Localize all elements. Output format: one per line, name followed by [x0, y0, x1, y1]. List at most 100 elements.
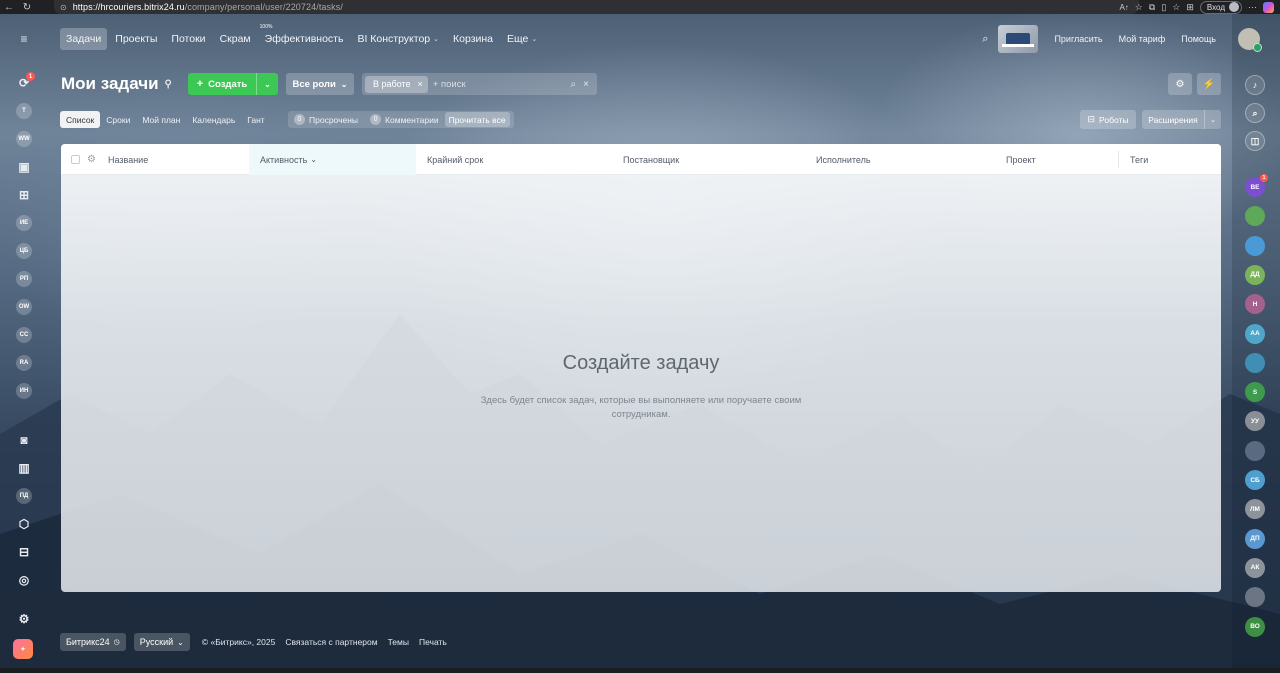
counter-overdue[interactable]: 0 Просрочены — [288, 114, 364, 125]
clear-icon[interactable]: × — [583, 79, 589, 90]
counter-comments[interactable]: 0 Комментарии — [364, 114, 445, 125]
notifications-icon[interactable]: ⟳ 1 — [16, 72, 35, 91]
sidebar-avatar[interactable]: РП — [16, 271, 32, 287]
more-icon[interactable]: ··· — [1248, 2, 1257, 12]
chat-avatar[interactable] — [1245, 352, 1265, 373]
tariff-link[interactable]: Мой тариф — [1119, 34, 1166, 44]
nav-more[interactable]: Еще ⌄ — [501, 28, 543, 50]
site-info-icon[interactable]: ⊙ — [60, 3, 67, 12]
extensions-button[interactable]: Расширения ⌄ — [1142, 110, 1221, 129]
company-logo[interactable] — [998, 25, 1039, 53]
analytics-icon[interactable]: ▥ — [16, 460, 32, 476]
chat-avatar[interactable] — [1245, 206, 1265, 227]
extensions-icon[interactable]: ⧉ — [1149, 2, 1155, 13]
read-all-button[interactable]: Прочитать все — [444, 112, 510, 127]
gear-icon[interactable]: ⚙ — [1168, 73, 1192, 95]
robot-icon[interactable]: ⊟ — [16, 544, 32, 560]
sidebar-avatar[interactable]: ИЕ — [16, 215, 32, 231]
nav-efficiency[interactable]: 100% Эффективность — [259, 24, 350, 50]
copilot-icon[interactable] — [1263, 1, 1274, 13]
chevron-down-icon[interactable]: ⌄ — [256, 73, 278, 95]
sidebar-avatar[interactable]: ИН — [16, 383, 32, 399]
tab-my-plan[interactable]: Мой план — [136, 111, 186, 128]
chat-avatar[interactable] — [1245, 235, 1265, 256]
brand-button[interactable]: Битрикс24 ◷ — [60, 633, 126, 651]
filter-chip[interactable]: В работе × — [365, 75, 428, 93]
settings-icon[interactable]: ⚙ — [16, 611, 32, 627]
grid-settings-icon[interactable]: ⚙ — [87, 144, 103, 175]
chat-avatar[interactable]: АК — [1245, 557, 1265, 578]
menu-icon[interactable]: ≡ — [16, 31, 32, 47]
language-select[interactable]: Русский ⌄ — [133, 633, 190, 651]
invite-link[interactable]: Пригласить — [1054, 34, 1102, 44]
tab-gantt[interactable]: Гант — [241, 111, 270, 128]
column-tags[interactable]: Теги — [1130, 144, 1210, 175]
collections-icon[interactable]: ⊞ — [1186, 2, 1194, 13]
roles-dropdown[interactable]: Все роли ⌄ — [286, 73, 354, 95]
column-responsible[interactable]: Исполнитель — [816, 144, 996, 175]
sidebar-avatar[interactable]: RA — [16, 355, 32, 371]
print-link[interactable]: Печать — [419, 637, 447, 647]
sidebar-avatar[interactable]: OW — [16, 299, 32, 315]
themes-link[interactable]: Темы — [388, 637, 409, 647]
nav-tasks[interactable]: Задачи — [60, 28, 108, 50]
tasks-icon[interactable]: ◙ — [16, 432, 32, 448]
pin-icon[interactable]: ⚲ — [165, 79, 172, 90]
chat-avatar[interactable]: УУ — [1245, 411, 1265, 432]
search-input[interactable]: + поиск — [433, 79, 571, 90]
nav-flows[interactable]: Потоки — [165, 28, 211, 50]
remove-filter-icon[interactable]: × — [418, 79, 423, 89]
sidebar-tool[interactable]: ПД — [16, 488, 32, 504]
circle-icon[interactable]: ◎ — [16, 572, 32, 588]
chat-avatar[interactable] — [1245, 440, 1265, 461]
create-task-button[interactable]: + Создать ⌄ — [188, 73, 278, 95]
chevron-down-icon[interactable]: ⌄ — [1204, 110, 1221, 129]
box-icon[interactable]: ⬡ — [16, 516, 32, 532]
chat-icon[interactable]: ◫ — [1245, 131, 1265, 151]
chat-avatar[interactable] — [1245, 587, 1265, 608]
chat-avatar[interactable]: ЛМ — [1245, 499, 1265, 520]
read-aloud-icon[interactable]: A↑ — [1119, 3, 1128, 12]
search-icon[interactable]: ⌕ — [1245, 103, 1265, 123]
help-link[interactable]: Помощь — [1181, 34, 1216, 44]
nav-trash[interactable]: Корзина — [447, 28, 499, 50]
chat-avatar[interactable]: СБ — [1245, 470, 1265, 490]
sidebar-avatar[interactable]: CC — [16, 327, 32, 343]
chat-avatar[interactable]: АА — [1245, 323, 1265, 344]
column-deadline[interactable]: Крайний срок — [427, 144, 607, 175]
favorite-icon[interactable]: ☆ — [1135, 2, 1143, 13]
tab-list[interactable]: Список — [60, 111, 101, 128]
lightning-icon[interactable]: ⚡ — [1197, 73, 1221, 95]
chat-avatar[interactable]: ДД — [1245, 264, 1265, 285]
tab-deadlines[interactable]: Сроки — [100, 111, 136, 128]
column-project[interactable]: Проект — [1006, 144, 1116, 175]
search-icon[interactable]: ⌕ — [982, 33, 988, 46]
apps-grid-icon[interactable]: ⊞ — [16, 187, 32, 203]
filter-search-box[interactable]: В работе × + поиск ⌕ × — [362, 73, 597, 95]
tab-calendar[interactable]: Календарь — [186, 111, 241, 128]
bell-icon[interactable]: ♪ — [1245, 75, 1265, 95]
chat-avatar[interactable]: ДП — [1245, 528, 1265, 549]
column-activity[interactable]: Активность ⌄ — [249, 144, 416, 175]
search-icon[interactable]: ⌕ — [571, 79, 577, 90]
profile-button[interactable]: Вход — [1199, 0, 1242, 14]
robots-button[interactable]: ⊟ Роботы — [1080, 110, 1136, 129]
address-bar[interactable]: ⊙ https://hrcouriers.bitrix24.ru/company… — [54, 0, 1139, 14]
sidebar-avatar[interactable]: T — [16, 103, 32, 119]
column-creator[interactable]: Постановщик — [623, 144, 803, 175]
app-launcher-icon[interactable]: ✦ — [13, 639, 33, 659]
partner-link[interactable]: Связаться с партнером — [285, 637, 377, 647]
reload-icon[interactable]: ↻ — [18, 0, 36, 14]
sidebar-avatar[interactable]: WW — [16, 131, 32, 147]
sidebar-avatar[interactable]: ЦБ — [16, 243, 32, 259]
monitor-icon[interactable]: ▣ — [16, 159, 32, 175]
chat-avatar[interactable]: Н — [1245, 294, 1265, 315]
chat-avatar[interactable]: ВЕ 1 — [1245, 174, 1268, 197]
nav-bi-builder[interactable]: BI Конструктор ⌄ — [351, 28, 445, 50]
chat-avatar[interactable]: S — [1245, 382, 1265, 403]
create-main[interactable]: + Создать — [188, 78, 256, 90]
favorites-bar-icon[interactable]: ☆ — [1172, 2, 1180, 13]
back-icon[interactable]: ← — [0, 0, 18, 14]
column-name[interactable]: Название — [108, 144, 248, 175]
chat-avatar[interactable]: ВО — [1245, 616, 1265, 637]
